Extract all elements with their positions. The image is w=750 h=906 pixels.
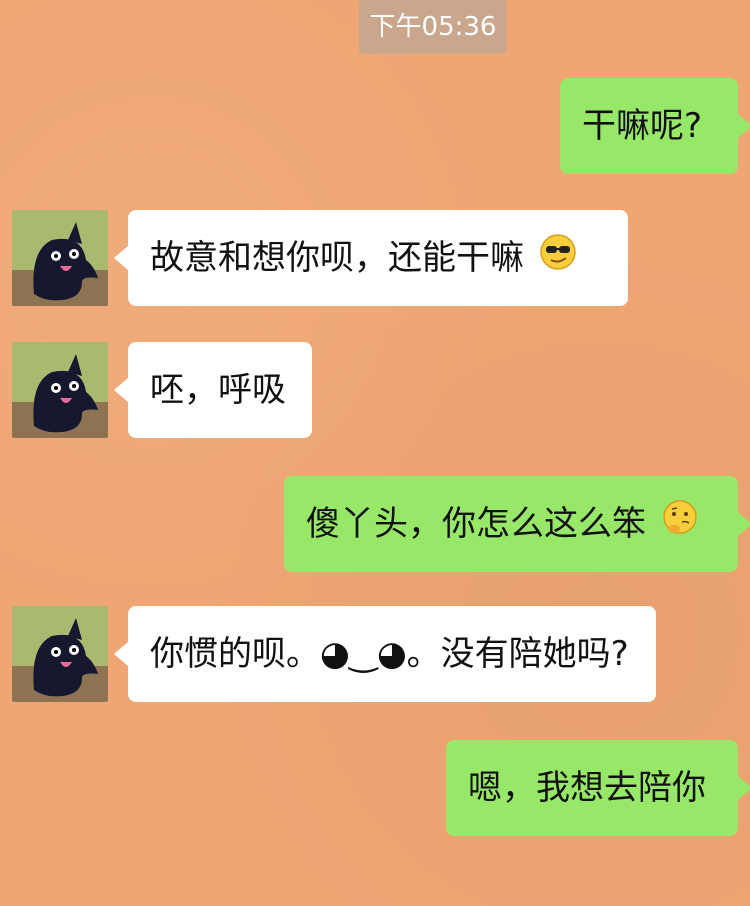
contact-avatar[interactable] — [12, 210, 108, 306]
outgoing-message-bubble[interactable]: 傻丫头，你怎么这么笨 — [284, 476, 750, 574]
thinking-emoji-icon — [661, 478, 699, 574]
incoming-message-bubble[interactable]: 呸，呼吸 — [114, 342, 312, 438]
outgoing-message-bubble[interactable]: 嗯，我想去陪你 — [446, 740, 750, 836]
contact-avatar[interactable] — [12, 342, 108, 438]
message-text: 嗯，我想去陪你 — [468, 768, 706, 808]
message-text: 干嘛呢? — [582, 106, 703, 146]
black-ghost-avatar-icon — [12, 606, 108, 702]
contact-avatar[interactable] — [12, 606, 108, 702]
message-text: 傻丫头，你怎么这么笨 — [306, 504, 646, 544]
message-text: 你惯的呗。◕‿◕。没有陪她吗? — [150, 634, 629, 674]
black-ghost-avatar-icon — [12, 342, 108, 438]
timestamp-chip: 下午05:36 — [359, 0, 507, 54]
incoming-message-bubble[interactable]: 你惯的呗。◕‿◕。没有陪她吗? — [114, 606, 656, 702]
incoming-message-bubble[interactable]: 故意和想你呗，还能干嘛 — [114, 210, 628, 308]
message-text: 故意和想你呗，还能干嘛 — [150, 238, 524, 278]
outgoing-message-bubble[interactable]: 干嘛呢? — [560, 78, 750, 174]
black-ghost-avatar-icon — [12, 210, 108, 306]
message-text: 呸，呼吸 — [150, 370, 286, 410]
sunglasses-emoji-icon — [539, 212, 577, 308]
